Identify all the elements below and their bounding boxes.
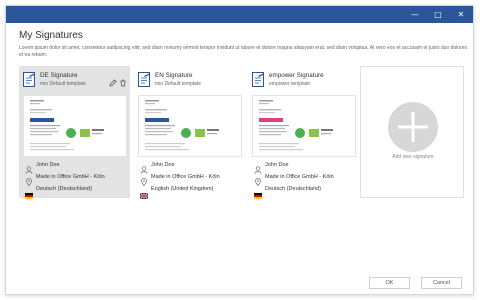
signatures-dialog: — □ ✕ My Signatures Lorem ipsum dolor si… — [5, 5, 474, 295]
signature-template: mio Default template — [40, 81, 86, 87]
cancel-button[interactable]: Cancel — [421, 277, 462, 289]
signature-card[interactable]: EN Signature mio Default template John D… — [134, 66, 245, 200]
trash-icon[interactable] — [119, 74, 127, 92]
flag-icon — [25, 186, 33, 199]
dialog-title: My Signatures — [19, 30, 83, 41]
person-icon — [254, 161, 262, 174]
signature-card[interactable]: DE Signature mio Default template John D… — [19, 66, 130, 199]
pencil-icon[interactable] — [109, 74, 117, 92]
signature-template: mio Default template — [155, 81, 201, 87]
close-button[interactable]: ✕ — [450, 6, 472, 23]
location-pin-icon — [254, 173, 262, 187]
add-signature-label: Add new signature — [392, 154, 434, 160]
location-pin-icon — [25, 173, 33, 187]
add-signature-card[interactable]: Add new signature — [360, 66, 464, 198]
person-icon — [140, 161, 148, 174]
ok-button[interactable]: OK — [369, 277, 410, 289]
user-name: John Doe — [36, 162, 60, 168]
minimize-button[interactable]: — — [404, 6, 426, 23]
signature-document-icon — [252, 72, 265, 87]
company-location: Made in Office GmbH - Köln — [36, 174, 105, 180]
signature-preview — [252, 95, 356, 157]
signature-document-icon — [23, 72, 36, 87]
company-location: Made in Office GmbH - Köln — [265, 174, 334, 180]
title-bar: — □ ✕ — [6, 6, 473, 23]
signature-name: DE Signature — [40, 72, 78, 79]
signature-template: empower template — [269, 81, 311, 87]
flag-icon — [254, 186, 262, 199]
location-pin-icon — [140, 173, 148, 187]
signature-name: empower Signature — [269, 72, 324, 79]
user-name: John Doe — [265, 162, 289, 168]
person-icon — [25, 161, 33, 174]
signature-preview — [138, 95, 242, 157]
signature-card[interactable]: empower Signature empower template John … — [248, 66, 359, 199]
signature-language: Deutsch (Deutschland) — [265, 186, 321, 192]
flag-icon — [139, 186, 149, 200]
plus-icon — [388, 102, 438, 152]
signature-language: English (United Kingdom) — [151, 186, 214, 192]
signature-language: Deutsch (Deutschland) — [36, 186, 92, 192]
signature-document-icon — [138, 72, 151, 87]
signature-name: EN Signature — [155, 72, 193, 79]
company-location: Made in Office GmbH - Köln — [151, 174, 220, 180]
signature-preview — [23, 95, 127, 157]
dialog-description: Lorem ipsum dolor sit amet, consetetur s… — [19, 45, 468, 58]
maximize-button[interactable]: □ — [427, 6, 449, 23]
user-name: John Doe — [151, 162, 175, 168]
